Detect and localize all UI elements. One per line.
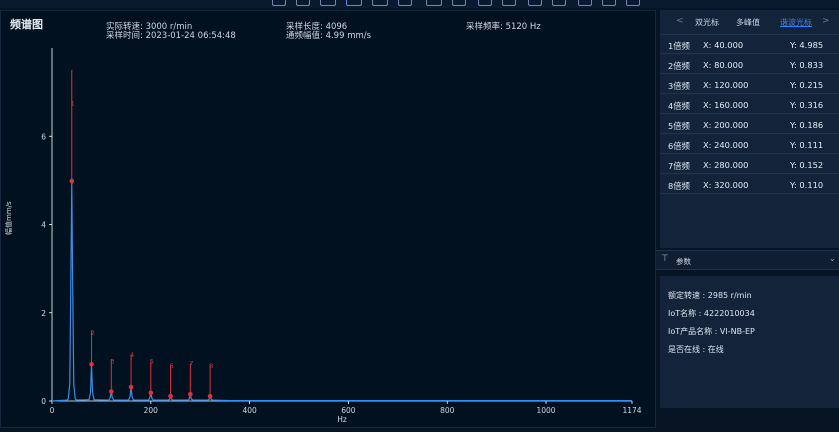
harmonic-row: 6倍频 X: 240.000 Y: 0.111: [660, 135, 839, 154]
cursor-point[interactable]: [168, 393, 173, 399]
harmonic-row: 5倍频 X: 200.000 Y: 0.186: [660, 115, 839, 134]
param-iot-product: IoT产品名称 : VI-NB-EP: [668, 327, 755, 336]
cursor-label: 8: [209, 362, 213, 370]
harmonic-label: 2倍频: [668, 61, 690, 71]
harmonic-cursor-panel: < 双光标 多峰值 谐波光标 > 1倍频 X: 40.000 Y: 4.985 2倍频…: [660, 10, 839, 248]
cursor-label: 2: [90, 329, 94, 337]
harmonic-x: X: 120.000: [703, 80, 749, 90]
tab-prev-icon[interactable]: <: [676, 16, 684, 26]
cursor-label: 7: [189, 360, 193, 368]
param-iot-name: IoT名称 : 4222010034: [668, 309, 755, 318]
harmonic-row: 2倍频 X: 80.000 Y: 0.833: [660, 55, 839, 74]
param-rated-speed: 额定转速 : 2985 r/min: [668, 291, 752, 300]
harmonic-x: X: 40.000: [703, 40, 744, 50]
params-header[interactable]: ⊤ 参数 ⌄: [656, 250, 839, 270]
harmonic-x: X: 320.000: [703, 180, 749, 190]
harmonic-label: 8倍频: [668, 181, 690, 191]
x-axis-label: Hz: [337, 415, 347, 424]
x-tick-label: 200: [144, 406, 159, 415]
tab-next-icon[interactable]: >: [822, 16, 830, 26]
cursor-point[interactable]: [69, 178, 75, 184]
y-tick-label: 2: [41, 309, 46, 318]
chevron-down-icon[interactable]: ⌄: [829, 254, 836, 263]
y-tick-label: 4: [41, 221, 46, 230]
harmonic-label: 7倍频: [668, 161, 690, 171]
x-tick-label: 1174: [622, 406, 641, 415]
tab-harmonic-cursor[interactable]: 谐波光标: [780, 17, 812, 28]
cursor-tabs: < 双光标 多峰值 谐波光标 >: [660, 10, 839, 35]
cursor-point[interactable]: [207, 393, 213, 399]
harmonic-y: Y: 0.186: [790, 120, 824, 130]
cursor-label: 3: [110, 357, 114, 365]
cursor-point[interactable]: [148, 390, 154, 396]
harmonic-row: 8倍频 X: 320.000 Y: 0.110: [660, 175, 839, 194]
cursor-point[interactable]: [188, 391, 193, 397]
harmonic-row: 7倍频 X: 280.000 Y: 0.152: [660, 155, 839, 174]
harmonic-row: 3倍频 X: 120.000 Y: 0.215: [660, 75, 839, 94]
x-tick-label: 800: [440, 406, 455, 415]
harmonic-y: Y: 0.833: [790, 60, 824, 70]
harmonic-label: 3倍频: [668, 81, 690, 91]
params-title: 参数: [676, 257, 691, 266]
harmonic-label: 4倍频: [668, 101, 690, 111]
tab-multi-peak[interactable]: 多峰值: [736, 17, 760, 28]
cursor-point[interactable]: [89, 361, 94, 367]
pin-icon[interactable]: ⊤: [661, 254, 669, 264]
x-tick-label: 400: [242, 406, 257, 415]
harmonic-row: 1倍频 X: 40.000 Y: 4.985: [660, 35, 839, 54]
harmonic-y: Y: 4.985: [790, 40, 824, 50]
cursor-label: 1: [71, 99, 75, 107]
param-online: 是否在线 : 在线: [668, 345, 724, 354]
cursor-label: 6: [169, 362, 173, 370]
cursor-label: 5: [150, 357, 154, 365]
y-tick-label: 6: [41, 132, 46, 141]
x-tick-label: 0: [50, 406, 55, 415]
harmonic-y: Y: 0.215: [790, 80, 824, 90]
harmonic-x: X: 160.000: [703, 100, 749, 110]
harmonic-y: Y: 0.316: [790, 100, 824, 110]
harmonic-x: X: 280.000: [703, 160, 749, 170]
harmonic-label: 6倍频: [668, 141, 690, 151]
x-tick-label: 600: [341, 406, 356, 415]
params-panel: 额定转速 : 2985 r/min IoT名称 : 4222010034 IoT…: [660, 276, 839, 408]
tab-dual-cursor[interactable]: 双光标: [695, 17, 719, 28]
cursor-label: 4: [130, 351, 134, 359]
harmonic-label: 1倍频: [668, 41, 690, 51]
harmonic-x: X: 80.000: [703, 60, 744, 70]
harmonic-y: Y: 0.111: [790, 140, 824, 150]
spectrum-line: [51, 181, 632, 402]
cursor-point[interactable]: [128, 384, 134, 390]
harmonic-y: Y: 0.110: [790, 180, 824, 190]
harmonic-x: X: 200.000: [703, 120, 749, 130]
x-tick-label: 1000: [536, 406, 555, 415]
harmonic-row: 4倍频 X: 160.000 Y: 0.316: [660, 95, 839, 114]
spectrum-chart[interactable]: 0 2 4 6 0 200 400 600 800 1000 1174 Hz 1 2 3 4 5 6 7 8: [0, 0, 656, 432]
harmonic-label: 5倍频: [668, 121, 690, 131]
cursor-point[interactable]: [108, 389, 114, 394]
harmonic-y: Y: 0.152: [790, 160, 824, 170]
y-tick-label: 0: [41, 397, 46, 406]
harmonic-x: X: 240.000: [703, 140, 749, 150]
